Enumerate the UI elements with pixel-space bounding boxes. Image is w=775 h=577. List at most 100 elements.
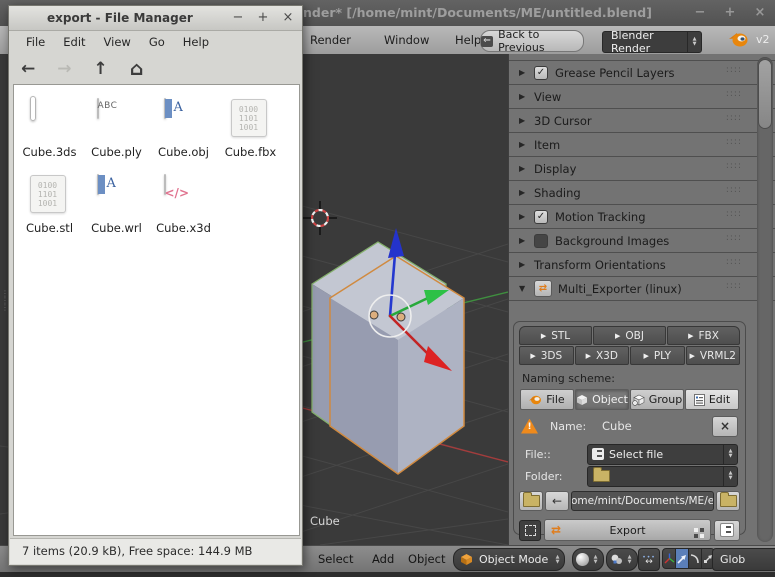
- stepper-icon[interactable]: ▲ ▼: [723, 466, 737, 486]
- panel-grip-icon[interactable]: ::::: [726, 281, 742, 291]
- file-item-cube-fbx[interactable]: 0100 1101 1001 Cube.fbx: [217, 99, 284, 159]
- expand-arrow-icon[interactable]: ▶: [519, 212, 527, 221]
- panel-grip-icon[interactable]: ::::: [726, 89, 742, 99]
- file-item-cube-wrl[interactable]: A Cube.wrl: [83, 174, 150, 235]
- export-stl-button[interactable]: ▶ STL: [519, 326, 592, 345]
- export-fbx-button[interactable]: ▶ FBX: [667, 326, 740, 345]
- export-path-field[interactable]: /home/mint/Documents/ME/e...: [571, 490, 714, 511]
- panel-transform-orientations[interactable]: ▶ Transform Orientations ::::: [509, 253, 775, 277]
- expand-arrow-icon[interactable]: ▶: [519, 188, 527, 197]
- checkbox-unchecked-icon[interactable]: [534, 233, 548, 248]
- collapse-arrow-icon[interactable]: ▼: [519, 284, 527, 293]
- file-item-cube-ply[interactable]: ABC Cube.ply: [83, 98, 150, 159]
- menu-window[interactable]: Window: [384, 26, 429, 54]
- menu-help[interactable]: Help: [455, 26, 481, 54]
- stepper-icon[interactable]: ▲ ▼: [551, 549, 564, 570]
- fm-minimize-button[interactable]: −: [232, 6, 244, 30]
- home-icon[interactable]: ⌂: [130, 58, 144, 80]
- mode-select[interactable]: Object Mode ▲ ▼: [453, 548, 565, 571]
- export-vrml2-button[interactable]: ▶ VRML2: [685, 346, 740, 365]
- expand-arrow-icon[interactable]: ▶: [519, 116, 527, 125]
- naming-object-button[interactable]: Object: [575, 389, 629, 410]
- checkbox-checked-icon[interactable]: ✓: [534, 209, 548, 224]
- file-view[interactable]: Cube.3ds ABC Cube.ply A Cube.obj 0100 11…: [13, 84, 300, 536]
- panel-shading[interactable]: ▶ Shading ::::: [509, 181, 775, 205]
- export-list-button[interactable]: [714, 519, 740, 541]
- menu-object[interactable]: Object: [408, 546, 445, 572]
- file-item-cube-stl[interactable]: 0100 1101 1001 Cube.stl: [16, 175, 83, 235]
- file-item-cube-3ds[interactable]: Cube.3ds: [16, 96, 83, 159]
- fm-maximize-button[interactable]: +: [257, 6, 269, 30]
- border-select-button[interactable]: [519, 519, 541, 541]
- back-to-previous-button[interactable]: ⇐ Back to Previous: [480, 28, 584, 54]
- panel-background-images[interactable]: ▶ Background Images ::::: [509, 229, 775, 253]
- file-item-cube-obj[interactable]: A Cube.obj: [150, 98, 217, 159]
- render-engine-select[interactable]: Blender Render ▲ ▼: [602, 29, 702, 55]
- rotate-button[interactable]: [689, 548, 702, 569]
- scrollbar-thumb[interactable]: [758, 59, 772, 129]
- panel-motion-tracking[interactable]: ▶ ✓ Motion Tracking ::::: [509, 205, 775, 229]
- open-folder-button[interactable]: [716, 490, 740, 511]
- panel-grip-icon[interactable]: ::::: [726, 209, 742, 219]
- fm-menu-go[interactable]: Go: [140, 35, 174, 49]
- checkbox-checked-icon[interactable]: ✓: [534, 65, 548, 80]
- back-icon[interactable]: ←: [21, 59, 35, 79]
- expand-arrow-icon[interactable]: ▶: [519, 236, 527, 245]
- up-icon[interactable]: ↑: [94, 59, 108, 79]
- export-button[interactable]: ⇄ Export: [544, 519, 711, 541]
- orientation-select[interactable]: Glob: [712, 548, 775, 571]
- expand-arrow-icon[interactable]: ▶: [519, 140, 527, 149]
- fm-menu-edit[interactable]: Edit: [54, 35, 94, 49]
- menu-select[interactable]: Select: [318, 546, 353, 572]
- panel-grip-icon[interactable]: ::::: [726, 185, 742, 195]
- file-item-cube-x3d[interactable]: </> Cube.x3d: [150, 174, 217, 235]
- export-ply-button[interactable]: ▶ PLY: [630, 346, 685, 365]
- clear-name-button[interactable]: ×: [712, 415, 738, 437]
- pivot-point-select[interactable]: ▲ ▼: [606, 548, 638, 571]
- select-folder-dropdown[interactable]: ▲ ▼: [587, 465, 738, 487]
- export-3ds-button[interactable]: ▶ 3DS: [519, 346, 574, 365]
- forward-icon[interactable]: →: [57, 59, 71, 79]
- stepper-icon[interactable]: ▲ ▼: [589, 549, 602, 570]
- translate-button[interactable]: [676, 548, 689, 569]
- panel-grip-icon[interactable]: ::::: [726, 233, 742, 243]
- panel-grip-icon[interactable]: ::::: [726, 257, 742, 267]
- expand-arrow-icon[interactable]: ▶: [519, 260, 527, 269]
- naming-group-button[interactable]: Group: [630, 389, 684, 410]
- panel-view[interactable]: ▶ View ::::: [509, 85, 775, 109]
- expand-arrow-icon[interactable]: ▶: [519, 164, 527, 173]
- panel-grip-icon[interactable]: ::::: [726, 137, 742, 147]
- panel-display[interactable]: ▶ Display ::::: [509, 157, 775, 181]
- fm-menu-view[interactable]: View: [95, 35, 140, 49]
- stepper-icon[interactable]: ▲ ▼: [723, 444, 737, 464]
- stepper-icon[interactable]: ▲ ▼: [623, 549, 636, 570]
- menu-add[interactable]: Add: [372, 546, 394, 572]
- export-x3d-button[interactable]: ▶ X3D: [574, 346, 629, 365]
- panel-grip-icon[interactable]: ::::: [726, 113, 742, 123]
- blender-maximize-button[interactable]: +: [723, 0, 737, 26]
- expand-arrow-icon[interactable]: ▶: [519, 68, 527, 77]
- fm-close-button[interactable]: ×: [282, 6, 294, 30]
- stepper-icon[interactable]: ▲ ▼: [687, 32, 701, 52]
- panel-grip-icon[interactable]: ::::: [726, 161, 742, 171]
- proportional-edit-button[interactable]: ••• ↔: [638, 548, 660, 571]
- expand-arrow-icon[interactable]: ▶: [519, 92, 527, 101]
- menu-render[interactable]: Render: [310, 26, 351, 54]
- manipulator-toggle-button[interactable]: [662, 548, 676, 569]
- blender-minimize-button[interactable]: −: [693, 0, 707, 26]
- fm-menu-help[interactable]: Help: [174, 35, 218, 49]
- blender-close-button[interactable]: ×: [753, 0, 767, 26]
- panel-item[interactable]: ▶ Item ::::: [509, 133, 775, 157]
- viewport-shading-select[interactable]: ▲ ▼: [572, 548, 604, 571]
- sidebar-scrollbar[interactable]: [757, 57, 773, 542]
- path-back-button[interactable]: ←: [545, 490, 569, 511]
- select-file-dropdown[interactable]: Select file ▲ ▼: [587, 443, 738, 465]
- panel-grease-pencil-layers[interactable]: ▶ ✓ Grease Pencil Layers ::::: [509, 61, 775, 85]
- export-obj-button[interactable]: ▶ OBJ: [593, 326, 666, 345]
- panel-grip-icon[interactable]: ::::: [726, 65, 742, 75]
- naming-edit-button[interactable]: Edit: [685, 389, 739, 410]
- new-folder-button[interactable]: [519, 490, 543, 511]
- naming-file-button[interactable]: File: [520, 389, 574, 410]
- panel-multi-exporter[interactable]: ▼ ⇄ Multi_Exporter (linux) ::::: [509, 277, 775, 301]
- panel-3d-cursor[interactable]: ▶ 3D Cursor ::::: [509, 109, 775, 133]
